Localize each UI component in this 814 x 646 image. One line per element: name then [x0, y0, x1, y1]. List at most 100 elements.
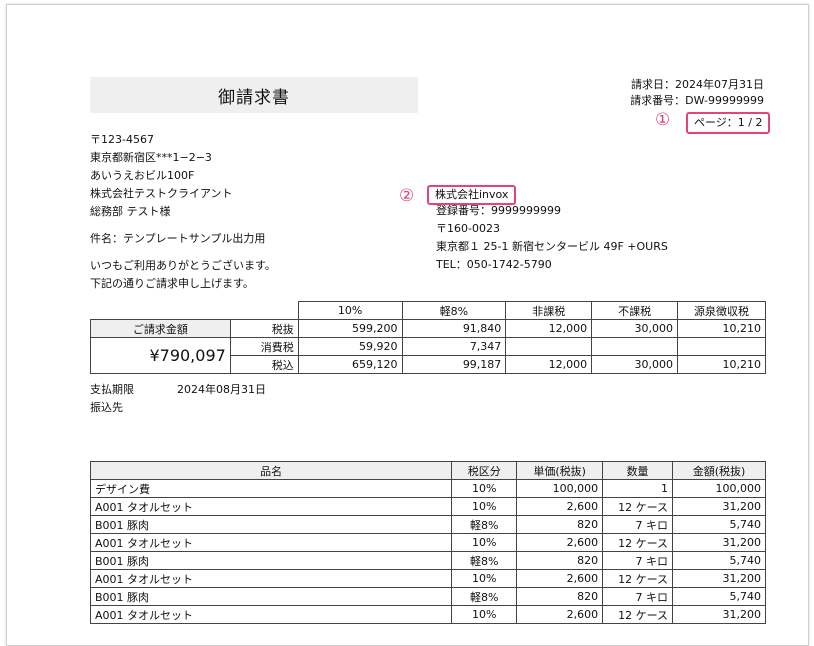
item-name: A001 タオルセット — [89, 605, 453, 624]
summary-cell: 10,210 — [677, 355, 766, 374]
summary-cell — [505, 337, 593, 356]
summary-cell: 30,000 — [591, 319, 679, 338]
item-name: B001 豚肉 — [89, 551, 453, 570]
item-tax: 10% — [451, 497, 518, 516]
item-tax: 軽8% — [451, 515, 518, 534]
summary-cell: 7,347 — [401, 337, 507, 356]
invoice-page: 御請求書 請求日：2024年07月31日 請求番号：DW-99999999 ① … — [6, 4, 809, 646]
title-box: 御請求書 — [90, 77, 418, 113]
summary-col-header: 非課税 — [505, 301, 593, 320]
table-row: A001 タオルセット 10% 2,600 12 ケース 31,200 — [89, 569, 766, 588]
issuer-postal: 〒160-0023 — [436, 222, 500, 235]
greeting-line1: いつもご利用ありがとうございます。 — [90, 259, 276, 272]
items-header: 単価(税抜) — [516, 461, 604, 480]
bank-label: 振込先 — [90, 401, 123, 414]
greeting: いつもご利用ありがとうございます。 下記の通りご請求申し上げます。 — [90, 257, 276, 293]
client-company: 株式会社テストクライアント — [90, 187, 233, 200]
issuer-block: 登録番号：9999999999 〒160-0023 東京都１ 25-1 新宿セン… — [436, 202, 668, 274]
issuer-registration: 登録番号：9999999999 — [436, 204, 561, 217]
item-tax: 軽8% — [451, 587, 518, 606]
summary-cell: 59,920 — [297, 337, 403, 356]
summary-row-label: 税抜 — [229, 319, 299, 338]
items-body: デザイン費 10% 100,000 1 100,000 A001 タオルセット … — [89, 479, 766, 624]
subject: 件名：テンプレートサンプル出力用 — [90, 232, 266, 245]
item-price: 2,600 — [516, 497, 604, 516]
summary-cell: 599,200 — [297, 319, 403, 338]
item-price: 820 — [516, 551, 604, 570]
summary-col-header: 10% — [297, 301, 403, 320]
page-title: 御請求書 — [218, 87, 290, 108]
item-name: A001 タオルセット — [89, 569, 453, 588]
summary-col-header: 源泉徴収税 — [677, 301, 766, 320]
item-amount: 5,740 — [672, 587, 766, 606]
item-price: 100,000 — [516, 479, 604, 498]
client-postal: 〒123-4567 — [90, 133, 154, 146]
items-header: 金額(税抜) — [672, 461, 766, 480]
table-row: B001 豚肉 軽8% 820 7 キロ 5,740 — [89, 515, 766, 534]
client-address2: あいうえおビル100F — [90, 169, 195, 182]
summary-col-header: 不課税 — [591, 301, 679, 320]
total-amount: ¥790,097 — [90, 337, 231, 374]
marker-1: ① — [655, 110, 671, 130]
summary-cell: 12,000 — [505, 319, 593, 338]
client-contact: 総務部 テスト様 — [90, 205, 171, 218]
items-table: 品名 税区分 単価(税抜) 数量 金額(税抜) デザイン費 10% 100,00… — [89, 461, 766, 624]
item-amount: 5,740 — [672, 551, 766, 570]
summary-cell: 12,000 — [505, 355, 593, 374]
item-qty: 12 ケース — [602, 533, 674, 552]
client-address1: 東京都新宿区***1−2−3 — [90, 151, 212, 164]
item-price: 820 — [516, 587, 604, 606]
item-tax: 10% — [451, 569, 518, 588]
item-name: A001 タオルセット — [89, 533, 453, 552]
item-price: 2,600 — [516, 533, 604, 552]
table-row: A001 タオルセット 10% 2,600 12 ケース 31,200 — [89, 497, 766, 516]
total-label: ご請求金額 — [90, 319, 231, 338]
item-tax: 10% — [451, 533, 518, 552]
page-indicator: ページ：1 / 2 — [686, 112, 771, 134]
summary-col-header: 軽8% — [401, 301, 507, 320]
issuer-address: 東京都１ 25-1 新宿センタービル 49F +OURS — [436, 240, 668, 253]
summary-cell — [591, 337, 679, 356]
due-label: 支払期限 — [90, 383, 134, 396]
table-row: B001 豚肉 軽8% 820 7 キロ 5,740 — [89, 587, 766, 606]
invoice-number: 請求番号：DW-99999999 — [630, 94, 764, 107]
item-qty: 12 ケース — [602, 569, 674, 588]
table-row: B001 豚肉 軽8% 820 7 キロ 5,740 — [89, 551, 766, 570]
item-qty: 1 — [602, 479, 674, 498]
summary-cell: 10,210 — [677, 319, 766, 338]
summary-row-label: 税込 — [229, 355, 299, 374]
item-name: A001 タオルセット — [89, 497, 453, 516]
summary-row-label: 消費税 — [229, 337, 299, 356]
item-amount: 31,200 — [672, 605, 766, 624]
item-qty: 7 キロ — [602, 587, 674, 606]
issuer-tel: TEL：050-1742-5790 — [436, 258, 552, 271]
item-price: 820 — [516, 515, 604, 534]
item-name: デザイン費 — [89, 479, 453, 498]
summary-cell — [677, 337, 766, 356]
item-qty: 12 ケース — [602, 497, 674, 516]
marker-2: ② — [399, 186, 415, 206]
item-tax: 軽8% — [451, 551, 518, 570]
greeting-line2: 下記の通りご請求申し上げます。 — [90, 277, 254, 290]
summary-table: 10% 軽8% 非課税 不課税 源泉徴収税 ご請求金額 税抜 599,200 9… — [90, 301, 766, 374]
table-row: A001 タオルセット 10% 2,600 12 ケース 31,200 — [89, 605, 766, 624]
item-tax: 10% — [451, 479, 518, 498]
item-name: B001 豚肉 — [89, 515, 453, 534]
item-amount: 5,740 — [672, 515, 766, 534]
item-amount: 31,200 — [672, 533, 766, 552]
items-header: 品名 — [89, 461, 453, 480]
invoice-date: 請求日：2024年07月31日 — [631, 78, 764, 91]
items-header: 数量 — [602, 461, 674, 480]
item-qty: 7 キロ — [602, 515, 674, 534]
item-tax: 10% — [451, 605, 518, 624]
summary-cell: 30,000 — [591, 355, 679, 374]
item-qty: 7 キロ — [602, 551, 674, 570]
summary-cell: 91,840 — [401, 319, 507, 338]
client-block: 〒123-4567 東京都新宿区***1−2−3 あいうえおビル100F 株式会… — [90, 131, 233, 221]
item-name: B001 豚肉 — [89, 587, 453, 606]
due-date: 2024年08月31日 — [177, 383, 266, 396]
item-price: 2,600 — [516, 569, 604, 588]
item-amount: 31,200 — [672, 497, 766, 516]
summary-cell: 659,120 — [297, 355, 403, 374]
items-header: 税区分 — [451, 461, 518, 480]
